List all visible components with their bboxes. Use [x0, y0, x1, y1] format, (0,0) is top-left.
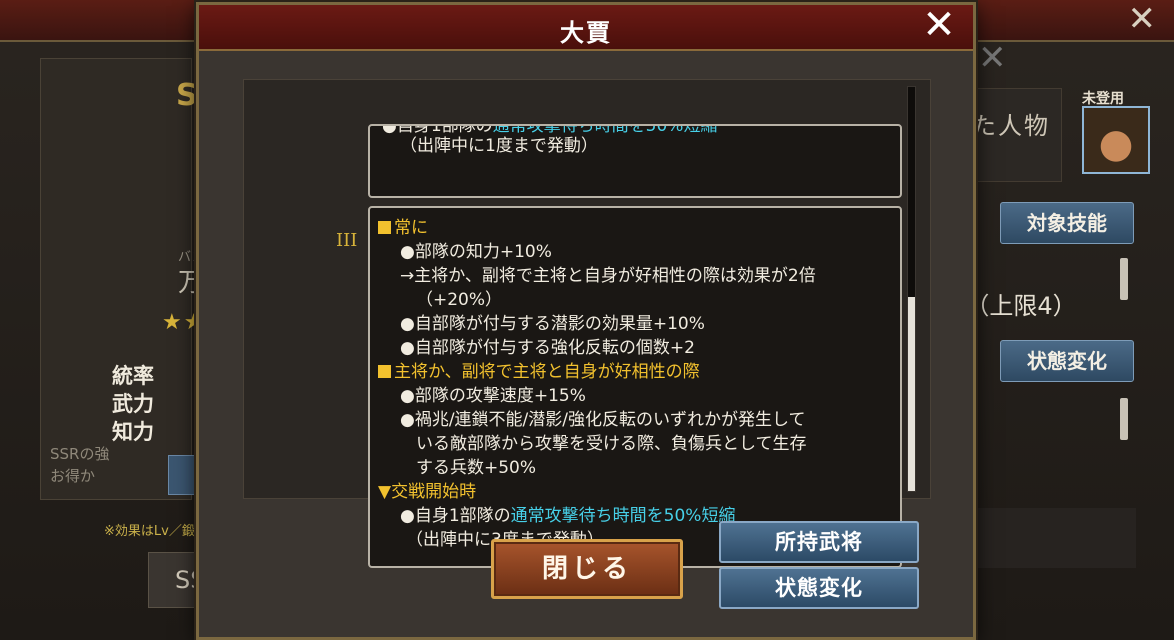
- square-bullet-icon: [378, 221, 391, 234]
- skill-detail-dialog: 大賈 ✕ ●自身1部隊の通常攻撃待ち時間を50%短縮 （出陣中に1度まで発動） …: [196, 2, 976, 640]
- section1-line: ●部隊の知力+10%: [400, 242, 552, 262]
- ssr-note: SSRの強 お得か: [50, 443, 109, 487]
- dialog-content-area: ●自身1部隊の通常攻撃待ち時間を50%短縮 （出陣中に1度まで発動） III 常…: [243, 79, 931, 568]
- background-close-icon[interactable]: ✕: [1128, 2, 1157, 36]
- dialog-title: 大賈: [560, 19, 612, 47]
- scrollbar-thumb[interactable]: [908, 297, 915, 491]
- section1-line: ●自部隊が付与する強化反転の個数+2: [400, 338, 695, 358]
- section2-line: いる敵部隊から攻撃を受ける際、負傷兵として生存: [416, 434, 807, 454]
- section3-line: ●自身1部隊の通常攻撃待ち時間を50%短縮: [400, 504, 735, 528]
- skill-level-roman: III: [336, 230, 358, 251]
- unregistered-label: 未登用: [1082, 91, 1124, 107]
- section3-header: ▼交戦開始時: [378, 482, 477, 502]
- stat-label-leadership: 統率: [112, 364, 154, 388]
- section3-line-highlight: 通常攻撃待ち時間を50%短縮: [510, 506, 736, 526]
- section2-header-text: 主将か、副将で主将と自身が好相性の際: [394, 362, 700, 382]
- close-icon[interactable]: ✕: [919, 5, 959, 45]
- background-state-change-button[interactable]: 状態変化: [1000, 340, 1134, 382]
- section1-header-text: 常に: [394, 218, 428, 238]
- state-change-button[interactable]: 状態変化: [719, 567, 919, 609]
- section1-line: （+20%）: [416, 290, 503, 310]
- prev-line-note: （出陣中に1度まで発動）: [400, 136, 598, 156]
- stat-label-intellect: 知力: [112, 420, 154, 444]
- section2-line: ●部隊の攻撃速度+15%: [400, 386, 586, 406]
- general-portrait-icon[interactable]: [1082, 106, 1150, 174]
- background-close-icon-2: ✕: [978, 38, 1007, 78]
- content-scrollbar[interactable]: [907, 86, 916, 492]
- section2-line: する兵数+50%: [416, 458, 537, 478]
- skill-level-box: 常に ●部隊の知力+10% →主将か、副将で主将と自身が好相性の際は効果が2倍 …: [368, 206, 902, 568]
- background-scrollbar[interactable]: [1120, 258, 1128, 300]
- ssr-note-line1: SSRの強: [50, 445, 110, 463]
- previous-level-box: ●自身1部隊の通常攻撃待ち時間を50%短縮 （出陣中に1度まで発動）: [368, 124, 902, 198]
- dialog-header: 大賈 ✕: [199, 5, 973, 51]
- owned-generals-button[interactable]: 所持武将: [719, 521, 919, 563]
- close-button[interactable]: 閉じる: [491, 539, 683, 599]
- background-scrollbar-2[interactable]: [1120, 398, 1128, 440]
- section1-line: ●自部隊が付与する潜影の効果量+10%: [400, 314, 705, 334]
- square-bullet-icon: [378, 365, 391, 378]
- stat-label-strength: 武力: [112, 392, 154, 416]
- section2-header: 主将か、副将で主将と自身が好相性の際: [378, 360, 700, 384]
- section2-line: ●禍兆/連鎖不能/潜影/強化反転のいずれかが発生して: [400, 410, 806, 430]
- section1-line: →主将か、副将で主将と自身が好相性の際は効果が2倍: [400, 266, 816, 286]
- target-skill-button[interactable]: 対象技能: [1000, 202, 1134, 244]
- ssr-note-line2: お得か: [50, 467, 96, 485]
- section3-line-prefix: ●自身1部隊の: [400, 506, 511, 526]
- section1-header: 常に: [378, 216, 428, 240]
